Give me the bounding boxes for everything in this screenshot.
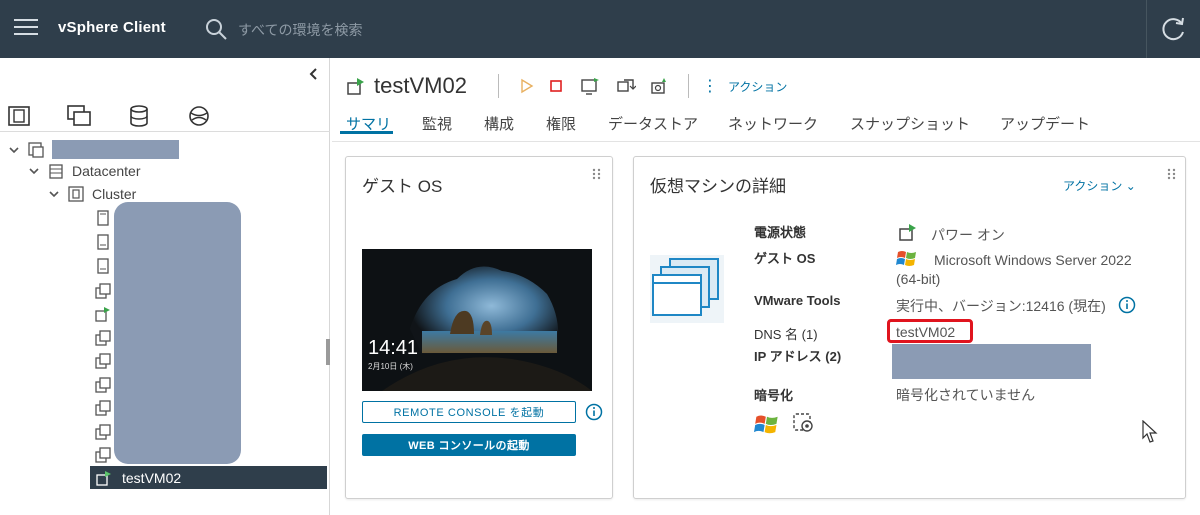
vmware-tools-label: VMware Tools: [754, 293, 841, 308]
launch-web-console-button[interactable]: WEB コンソールの起動: [362, 434, 576, 456]
tab-networks[interactable]: ネットワーク: [728, 113, 818, 134]
vm-icon[interactable]: [95, 447, 111, 463]
lock-screen-date: 2月10日 (木): [368, 362, 413, 371]
drag-handle-icon[interactable]: [592, 168, 602, 180]
vm-settings-icon: [793, 413, 813, 432]
encryption-value: 暗号化されていません: [896, 387, 1036, 403]
windows-logo-icon: [754, 415, 778, 434]
host-icon[interactable]: [95, 258, 111, 274]
top-header: vSphere Client すべての環境を検索: [0, 0, 1200, 58]
vms-templates-view-icon[interactable]: [66, 104, 92, 128]
vm-icon[interactable]: [95, 330, 111, 346]
vm-powered-on-icon: [899, 224, 916, 241]
tab-permissions[interactable]: 権限: [546, 113, 576, 134]
vcenter-icon: [28, 142, 44, 158]
vm-details-card-title: 仮想マシンの詳細: [650, 177, 786, 196]
vm-icon[interactable]: [95, 424, 111, 440]
redacted-ip-address: [892, 344, 1091, 379]
active-tab-indicator: [340, 131, 393, 134]
snapshot-icon[interactable]: [650, 76, 670, 96]
refresh-area: [1146, 0, 1200, 58]
guest-os-value: Microsoft Windows Server 2022: [934, 252, 1132, 268]
vmware-tools-value: 実行中、バージョン:12416 (現在): [896, 298, 1106, 314]
toolbar-divider: [498, 74, 499, 98]
network-view-icon[interactable]: [186, 104, 212, 128]
hosts-clusters-view-icon[interactable]: [6, 104, 32, 128]
guest-os-bitness: (64-bit): [896, 271, 941, 287]
hamburger-menu-icon[interactable]: [14, 19, 38, 39]
storage-view-icon[interactable]: [126, 104, 152, 128]
mouse-cursor-icon: [1142, 420, 1158, 443]
launch-remote-console-button[interactable]: REMOTE CONSOLE を起動: [362, 401, 576, 423]
console-thumbnail[interactable]: 14:41 2月10日 (木): [362, 249, 592, 391]
details-actions-dropdown[interactable]: アクション ⌄: [1063, 177, 1136, 194]
navigator-view-tabs: [0, 102, 330, 132]
encryption-label: 暗号化: [754, 388, 794, 403]
virtual-machine-icon: [650, 255, 724, 323]
more-vertical-icon: ⋮: [702, 77, 718, 95]
tab-datastores[interactable]: データストア: [608, 113, 698, 134]
chevron-down-icon[interactable]: [8, 144, 20, 156]
guest-os-card-title: ゲスト OS: [362, 177, 443, 196]
host-icon[interactable]: [95, 234, 111, 250]
cluster-icon: [68, 186, 84, 202]
toolbar-divider: [688, 74, 689, 98]
chevron-down-icon[interactable]: [28, 165, 40, 177]
app-title[interactable]: vSphere Client: [58, 19, 166, 36]
redacted-vm-names: [114, 202, 241, 464]
datacenter-label: Datacenter: [72, 163, 141, 179]
chevron-down-icon[interactable]: [48, 188, 60, 200]
tab-monitor[interactable]: 監視: [422, 113, 452, 134]
vm-title: testVM02: [374, 73, 467, 98]
vm-powered-on-icon: [347, 78, 364, 95]
vm-powered-on-icon: [96, 470, 111, 486]
tree-row-selected-vm[interactable]: testVM02: [90, 466, 327, 489]
vm-powered-on-icon[interactable]: [95, 306, 111, 322]
selected-vm-label: testVM02: [122, 469, 182, 486]
windows-logo-icon: [896, 251, 916, 266]
redacted-vcenter-name: [52, 140, 179, 159]
vm-icon[interactable]: [95, 353, 111, 369]
vm-icon[interactable]: [95, 377, 111, 393]
tree-row-datacenter[interactable]: Datacenter: [28, 160, 140, 182]
vm-actions-menu-button[interactable]: ⋮ アクション: [702, 78, 787, 95]
vm-actions-label: アクション: [728, 80, 788, 94]
power-on-icon[interactable]: [516, 76, 536, 96]
migrate-icon[interactable]: [616, 76, 636, 96]
search-input[interactable]: すべての環境を検索: [238, 20, 362, 40]
search-icon[interactable]: [204, 17, 228, 41]
power-state-label: 電源状態: [754, 225, 807, 240]
tab-snapshots[interactable]: スナップショット: [850, 113, 970, 134]
host-icon[interactable]: [95, 210, 111, 226]
vm-icon[interactable]: [95, 400, 111, 416]
ip-address-label: IP アドレス (2): [754, 349, 842, 364]
power-state-value: パワー オン: [931, 227, 1005, 243]
tab-updates[interactable]: アップデート: [1000, 113, 1090, 134]
info-icon[interactable]: [585, 403, 603, 421]
guest-os-label: ゲスト OS: [754, 251, 816, 266]
vm-icon[interactable]: [95, 283, 111, 299]
datacenter-icon: [49, 164, 63, 179]
tab-configure[interactable]: 構成: [484, 113, 514, 134]
details-actions-label: アクション: [1063, 179, 1123, 193]
info-icon[interactable]: [1118, 296, 1136, 314]
pane-resize-handle[interactable]: [326, 339, 330, 365]
dns-name-label: DNS 名 (1): [754, 327, 818, 342]
drag-handle-icon[interactable]: [1167, 168, 1177, 180]
launch-console-icon[interactable]: [580, 76, 600, 96]
power-off-icon[interactable]: [546, 76, 566, 96]
tabs-divider: [332, 141, 1200, 142]
inventory-navigator: Datacenter Cluster testVM02: [0, 58, 330, 515]
tree-row-vcenter[interactable]: [8, 139, 52, 161]
cluster-label: Cluster: [92, 186, 137, 202]
chevron-down-icon: ⌄: [1125, 179, 1136, 193]
collapse-navigator-icon[interactable]: [306, 66, 322, 82]
refresh-icon[interactable]: [1161, 16, 1187, 42]
highlight-box: [887, 319, 973, 343]
lock-screen-time: 14:41: [368, 337, 419, 359]
